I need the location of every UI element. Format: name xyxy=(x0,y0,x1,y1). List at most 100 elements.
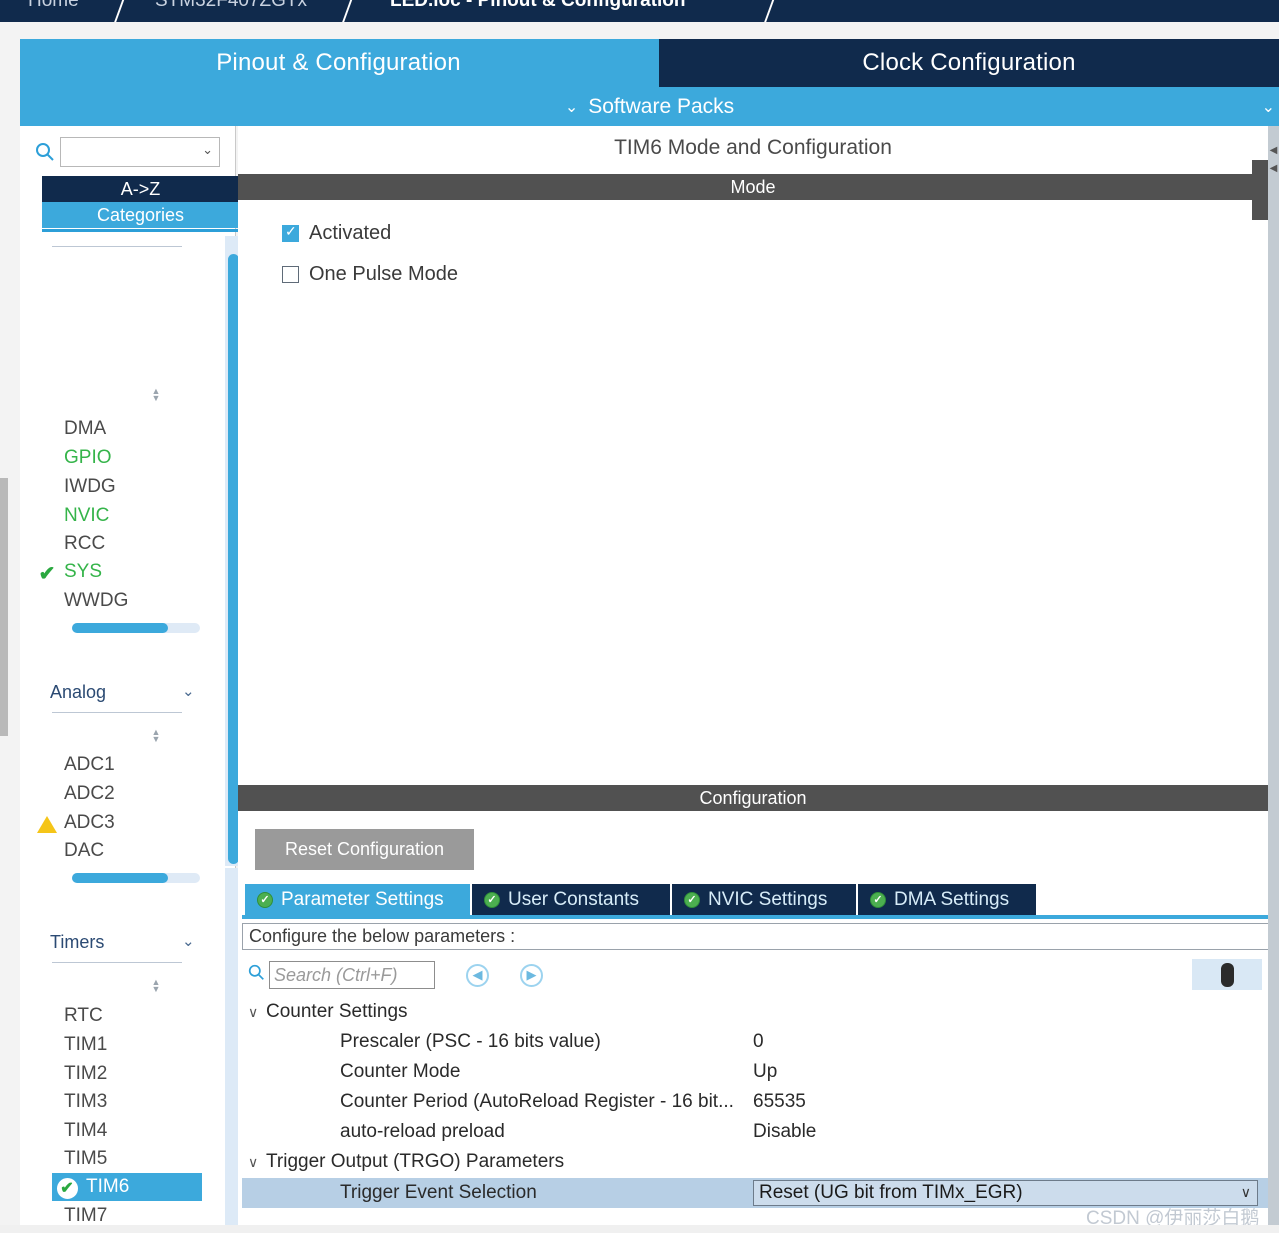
status-icon xyxy=(36,477,58,499)
scroll-spinner-icon[interactable]: ▲ ▼ xyxy=(148,387,164,404)
param-name: Counter Period (AutoReload Register - 16… xyxy=(340,1091,734,1112)
table-row[interactable]: Counter Period (AutoReload Register - 16… xyxy=(242,1087,1272,1117)
check-circle-icon: ✓ xyxy=(870,891,886,908)
scroll-down-arrow-icon[interactable]: ◀ xyxy=(1268,164,1279,176)
sidebar-item-adc3[interactable]: ADC3 xyxy=(37,809,115,837)
group-rule xyxy=(52,246,182,247)
sidebar-item-sys[interactable]: ✔ SYS xyxy=(39,558,103,586)
param-value[interactable]: 0 xyxy=(753,1031,764,1053)
sidebar-item-tim6[interactable]: ✔ TIM6 xyxy=(52,1173,202,1201)
chevron-down-icon-right[interactable]: ⌄ xyxy=(1262,97,1275,117)
one-pulse-mode-checkbox-row[interactable]: One Pulse Mode xyxy=(282,263,458,286)
tab-parameter-settings[interactable]: ✓ Parameter Settings xyxy=(245,884,470,915)
activated-checkbox-row[interactable]: Activated xyxy=(282,222,391,245)
group-horizontal-scrollbar[interactable] xyxy=(72,873,200,883)
check-circle-icon: ✓ xyxy=(257,891,273,908)
sidebar-item-label: WWDG xyxy=(64,590,129,611)
param-value[interactable]: 65535 xyxy=(753,1091,806,1113)
sidebar-item-tim4[interactable]: TIM4 xyxy=(64,1117,107,1145)
sidebar-item-label: ADC3 xyxy=(64,812,115,833)
parameter-search-input[interactable]: Search (Ctrl+F) xyxy=(269,961,435,989)
group-rule xyxy=(52,962,182,963)
table-row[interactable]: Counter Mode Up xyxy=(242,1057,1272,1087)
scroll-spinner-icon[interactable]: ▲ ▼ xyxy=(148,978,164,995)
param-group-trgo-parameters[interactable]: ∨ Trigger Output (TRGO) Parameters xyxy=(248,1151,564,1173)
sidebar-item-wwdg[interactable]: WWDG xyxy=(64,587,128,615)
tab-clock-configuration[interactable]: Clock Configuration xyxy=(659,39,1279,87)
status-icon xyxy=(36,1092,58,1114)
software-packs-bar[interactable]: ⌄ Software Packs ⌄ xyxy=(20,87,1279,126)
status-icon xyxy=(36,591,58,613)
breadcrumb-item-current[interactable]: LED.ioc - Pinout & Configuration xyxy=(390,0,686,12)
sidebar-item-dma[interactable]: DMA xyxy=(64,415,106,443)
categories-underline xyxy=(42,229,239,232)
sidebar-item-nvic[interactable]: NVIC xyxy=(64,502,109,530)
sidebar-item-label: TIM3 xyxy=(64,1091,108,1112)
reset-configuration-button[interactable]: Reset Configuration xyxy=(255,829,474,870)
scroll-up-arrow-icon[interactable]: ◀ xyxy=(1268,146,1279,158)
breadcrumb-item-device[interactable]: STM32F407ZGTx xyxy=(155,0,307,12)
param-value[interactable]: Up xyxy=(753,1061,777,1083)
sidebar-item-adc2[interactable]: ADC2 xyxy=(64,780,115,808)
stm32cubemx-window: Home STM32F407ZGTx LED.ioc - Pinout & Co… xyxy=(0,0,1279,1233)
sidebar-item-label: SYS xyxy=(64,561,103,582)
chevron-down-icon[interactable]: ∨ xyxy=(248,1154,266,1171)
sidebar-item-adc1[interactable]: ADC1 xyxy=(64,751,115,779)
tab-nvic-settings[interactable]: ✓ NVIC Settings xyxy=(672,884,856,915)
tab-label: NVIC Settings xyxy=(708,888,828,910)
configure-hint: Configure the below parameters : xyxy=(242,923,1272,950)
activated-checkbox[interactable] xyxy=(282,223,299,242)
status-icon xyxy=(36,534,58,556)
param-value[interactable]: Disable xyxy=(753,1121,816,1143)
scroll-spinner-icon[interactable]: ▲ ▼ xyxy=(148,728,164,745)
sidebar-search-row: ⌄ xyxy=(20,134,236,170)
sidebar-item-tim2[interactable]: TIM2 xyxy=(64,1060,107,1088)
one-pulse-mode-checkbox[interactable] xyxy=(282,266,299,283)
left-edge-scroll-thumb[interactable] xyxy=(0,478,8,736)
param-group-counter-settings[interactable]: ∨ Counter Settings xyxy=(248,1001,408,1023)
mode-section-header: Mode xyxy=(238,174,1268,200)
sidebar-item-rcc[interactable]: RCC xyxy=(64,530,105,558)
main-scroll-thumb[interactable] xyxy=(1252,160,1268,220)
sidebar-item-tim3[interactable]: TIM3 xyxy=(64,1088,107,1116)
table-row[interactable]: auto-reload preload Disable xyxy=(242,1117,1272,1147)
table-row[interactable]: Prescaler (PSC - 16 bits value) 0 xyxy=(242,1027,1272,1057)
sidebar-item-label: TIM7 xyxy=(64,1205,108,1226)
chevron-down-icon[interactable]: ⌄ xyxy=(182,932,195,950)
sidebar-item-rtc[interactable]: RTC xyxy=(64,1002,103,1030)
search-icon xyxy=(30,142,60,162)
chevron-down-icon[interactable]: ∨ xyxy=(248,1004,266,1021)
sidebar-item-tim5[interactable]: TIM5 xyxy=(64,1145,107,1173)
tab-pinout-configuration[interactable]: Pinout & Configuration xyxy=(20,39,657,87)
sidebar-item-gpio[interactable]: GPIO xyxy=(64,444,112,472)
sidebar-item-label: DAC xyxy=(64,840,105,861)
next-match-button[interactable]: ▶ xyxy=(520,963,543,987)
sidebar-item-iwdg[interactable]: IWDG xyxy=(64,473,116,501)
software-packs-label: Software Packs xyxy=(588,94,735,118)
warning-icon xyxy=(36,813,58,835)
tab-user-constants[interactable]: ✓ User Constants xyxy=(472,884,670,915)
breadcrumb-item-home[interactable]: Home xyxy=(28,0,79,12)
sort-az-button[interactable]: A->Z xyxy=(42,176,239,202)
categories-button[interactable]: Categories xyxy=(42,202,239,228)
search-input[interactable]: ⌄ xyxy=(60,137,220,167)
sidebar-item-label: TIM1 xyxy=(64,1034,108,1055)
sidebar-group-timers-title[interactable]: Timers xyxy=(50,932,104,953)
sidebar-item-label: DMA xyxy=(64,418,107,439)
sidebar-item-tim1[interactable]: TIM1 xyxy=(64,1031,107,1059)
tab-dma-settings[interactable]: ✓ DMA Settings xyxy=(858,884,1036,915)
sidebar-group-analog-title[interactable]: Analog xyxy=(50,682,106,703)
check-circle-icon: ✔ xyxy=(56,1177,78,1199)
window-scrollbar[interactable]: ◀ ◀ xyxy=(1268,126,1279,1233)
previous-match-button[interactable]: ◀ xyxy=(466,963,489,987)
chevron-down-icon[interactable]: ⌄ xyxy=(182,682,195,700)
status-icon xyxy=(36,1149,58,1171)
sidebar-item-dac[interactable]: DAC xyxy=(64,837,104,865)
info-button[interactable] xyxy=(1192,959,1262,990)
info-icon xyxy=(1220,962,1234,987)
param-name: auto-reload preload xyxy=(340,1121,505,1142)
param-group-label: Counter Settings xyxy=(266,1001,408,1022)
status-icon xyxy=(36,755,58,777)
breadcrumb-separator xyxy=(112,0,130,22)
group-horizontal-scrollbar[interactable] xyxy=(72,623,200,633)
